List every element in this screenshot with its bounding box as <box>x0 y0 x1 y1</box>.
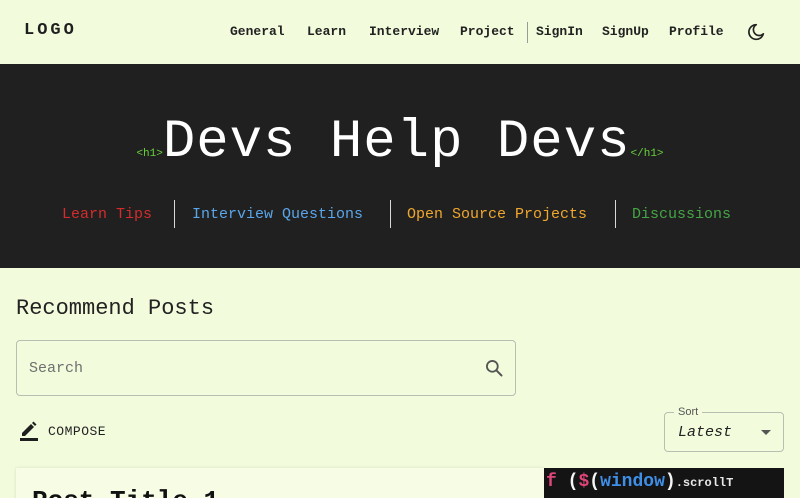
caret-down-icon <box>761 430 771 435</box>
nav-learn[interactable]: Learn <box>307 24 346 39</box>
hero-heading: <h1>Devs Help Devs</h1> <box>0 112 800 173</box>
link-separator <box>390 200 391 228</box>
link-discussions[interactable]: Discussions <box>632 206 731 223</box>
moon-icon[interactable] <box>746 22 766 42</box>
sort-select[interactable]: Sort Latest <box>664 406 784 452</box>
hero-banner: <h1>Devs Help Devs</h1> Learn Tips Inter… <box>0 64 800 268</box>
link-interview-questions[interactable]: Interview Questions <box>192 206 363 223</box>
code-token: window <box>600 472 665 492</box>
hero-category-links: Learn Tips Interview Questions Open Sour… <box>0 200 800 230</box>
top-navbar: LOGO General Learn Interview Project Sig… <box>0 0 800 64</box>
code-token: ( <box>589 472 601 492</box>
compose-label: COMPOSE <box>48 423 107 439</box>
section-title: Recommend Posts <box>16 296 215 321</box>
post-card[interactable]: Post Title 1 <box>16 468 544 498</box>
sort-value: Latest <box>678 424 733 441</box>
code-token: f <box>546 472 557 492</box>
code-token: .scrollT <box>675 476 734 490</box>
code-token: $ <box>578 472 590 492</box>
link-separator <box>174 200 175 228</box>
code-token: ) <box>664 472 676 492</box>
main-nav: General Learn Interview Project SignIn S… <box>0 0 800 64</box>
search-input[interactable] <box>29 353 469 383</box>
close-h1-tag: </h1> <box>630 148 664 160</box>
link-separator <box>615 200 616 228</box>
nav-divider <box>527 22 528 43</box>
nav-profile[interactable]: Profile <box>669 24 724 39</box>
open-h1-tag: <h1> <box>136 148 163 160</box>
nav-project[interactable]: Project <box>460 24 515 39</box>
hero-title: Devs Help Devs <box>162 112 631 173</box>
search-icon[interactable] <box>484 358 504 378</box>
compose-button[interactable]: COMPOSE <box>20 420 106 442</box>
nav-interview[interactable]: Interview <box>369 24 439 39</box>
post-title[interactable]: Post Title 1 <box>32 486 219 498</box>
search-box <box>16 340 516 396</box>
post-thumbnail-code-image: f ($(window).scrollT <box>544 468 784 498</box>
nav-signup[interactable]: SignUp <box>602 24 649 39</box>
code-snippet: f ($(window).scrollT <box>546 472 733 492</box>
link-open-source-projects[interactable]: Open Source Projects <box>407 206 587 223</box>
nav-signin[interactable]: SignIn <box>536 24 583 39</box>
code-token: ( <box>567 472 579 492</box>
link-learn-tips[interactable]: Learn Tips <box>62 206 152 223</box>
pencil-icon <box>20 421 38 441</box>
sort-label: Sort <box>674 406 703 418</box>
nav-general[interactable]: General <box>230 24 285 39</box>
